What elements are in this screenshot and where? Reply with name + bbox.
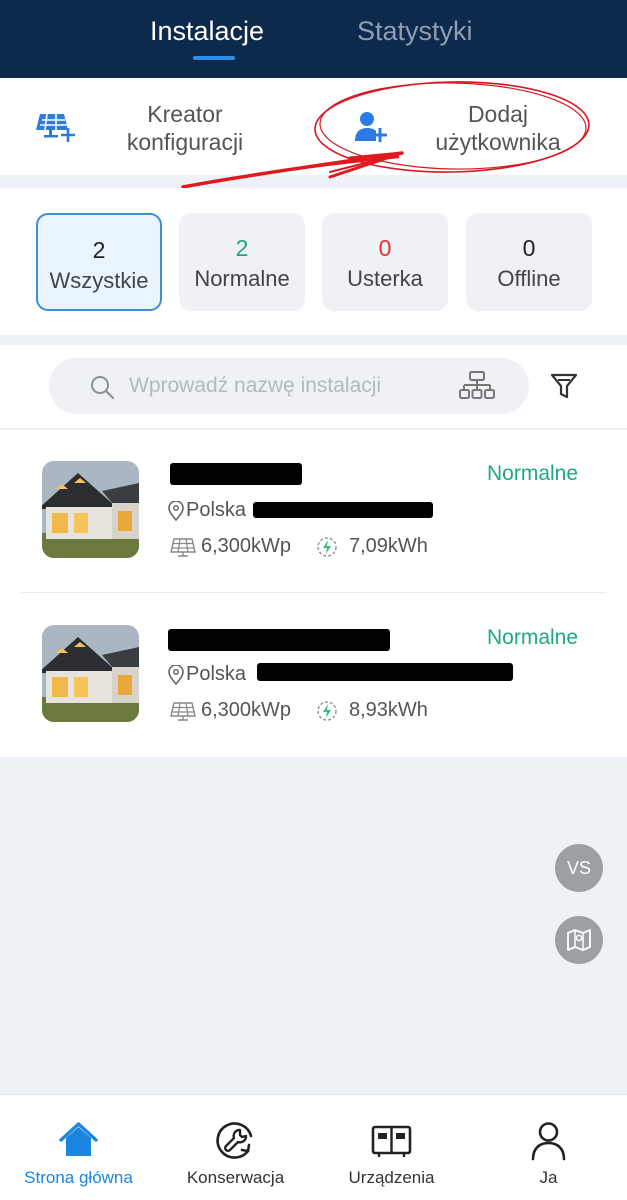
filter-offline-label: Offline	[497, 266, 561, 291]
map-view-button[interactable]	[555, 916, 603, 964]
location-pin-icon	[168, 500, 184, 526]
search-box	[49, 358, 529, 414]
daily-energy: 7,09kWh	[349, 535, 428, 557]
search-input[interactable]	[129, 370, 449, 402]
tab-statistics[interactable]: Statystyki	[357, 16, 473, 47]
active-tab-indicator	[193, 56, 235, 60]
nav-devices-label: Urządzenia	[348, 1168, 435, 1187]
search-bar	[0, 345, 627, 428]
home-icon	[58, 1120, 99, 1161]
filter-all-label: Wszystkie	[49, 268, 149, 293]
compare-vs-button[interactable]: VS	[555, 844, 603, 892]
filter-offline-count: 0	[522, 235, 536, 261]
divider	[21, 592, 606, 593]
nav-maintenance[interactable]: Konserwacja	[157, 1095, 314, 1200]
redacted-address	[257, 663, 513, 681]
add-user-icon	[355, 111, 387, 148]
location-text: Polska	[186, 663, 247, 685]
nav-devices[interactable]: Urządzenia	[313, 1095, 470, 1200]
person-icon	[528, 1120, 569, 1161]
filter-normal[interactable]: 2 Normalne	[179, 213, 305, 311]
status-badge: Normalne	[487, 462, 579, 485]
wrench-icon	[215, 1120, 256, 1161]
solar-panel-icon	[170, 536, 196, 563]
filter-funnel-icon[interactable]	[550, 372, 578, 405]
nav-home-label: Strona główna	[24, 1168, 133, 1187]
map-icon	[566, 929, 592, 957]
configuration-wizard-button[interactable]: Kreator konfiguracji	[0, 78, 313, 175]
list-item[interactable]: Normalne Polska 6,300kWp 8,93kWh	[0, 594, 627, 758]
bottom-navigation: Strona główna Konserwacja Urządzenia Ja	[0, 1094, 627, 1200]
search-icon	[89, 374, 115, 405]
location-pin-icon	[168, 664, 184, 690]
nav-maintenance-label: Konserwacja	[186, 1168, 285, 1187]
top-bar: Instalacje Statystyki	[0, 0, 627, 78]
redacted-name	[170, 463, 302, 485]
redacted-name	[168, 629, 390, 651]
filter-all[interactable]: 2 Wszystkie	[36, 213, 162, 311]
quick-actions: Kreator konfiguracji Dodaj użytkownika	[0, 78, 627, 175]
solar-panel-plus-icon	[36, 111, 76, 148]
energy-icon	[314, 698, 340, 729]
installation-list: Normalne Polska 6,300kWp 7,09kWh Normaln…	[0, 430, 627, 757]
devices-icon	[371, 1120, 412, 1161]
daily-energy: 8,93kWh	[349, 699, 428, 721]
filter-normal-count: 2	[235, 235, 249, 261]
house-thumbnail	[42, 625, 139, 722]
status-filters: 2 Wszystkie 2 Normalne 0 Usterka 0 Offli…	[0, 188, 627, 335]
nav-profile[interactable]: Ja	[470, 1095, 627, 1200]
nav-profile-label: Ja	[539, 1168, 558, 1187]
filter-fault-label: Usterka	[347, 266, 423, 291]
solar-panel-icon	[170, 700, 196, 727]
tab-installations[interactable]: Instalacje	[150, 16, 264, 47]
installed-power: 6,300kWp	[201, 535, 292, 557]
site-tree-icon[interactable]	[459, 371, 495, 408]
add-user-label: Dodaj użytkownika	[435, 101, 561, 155]
filter-all-count: 2	[92, 237, 106, 263]
filter-fault-count: 0	[378, 235, 392, 261]
status-badge: Normalne	[487, 626, 579, 649]
list-item[interactable]: Normalne Polska 6,300kWp 7,09kWh	[0, 430, 627, 594]
installed-power: 6,300kWp	[201, 699, 292, 721]
filter-fault[interactable]: 0 Usterka	[322, 213, 448, 311]
add-user-button[interactable]: Dodaj użytkownika	[313, 78, 627, 175]
filter-normal-label: Normalne	[194, 266, 290, 291]
location-text: Polska	[186, 499, 247, 521]
house-thumbnail	[42, 461, 139, 558]
energy-icon	[314, 534, 340, 565]
filter-offline[interactable]: 0 Offline	[466, 213, 592, 311]
redacted-address	[253, 502, 433, 518]
nav-home[interactable]: Strona główna	[0, 1095, 157, 1200]
configuration-wizard-label: Kreator konfiguracji	[126, 101, 244, 155]
